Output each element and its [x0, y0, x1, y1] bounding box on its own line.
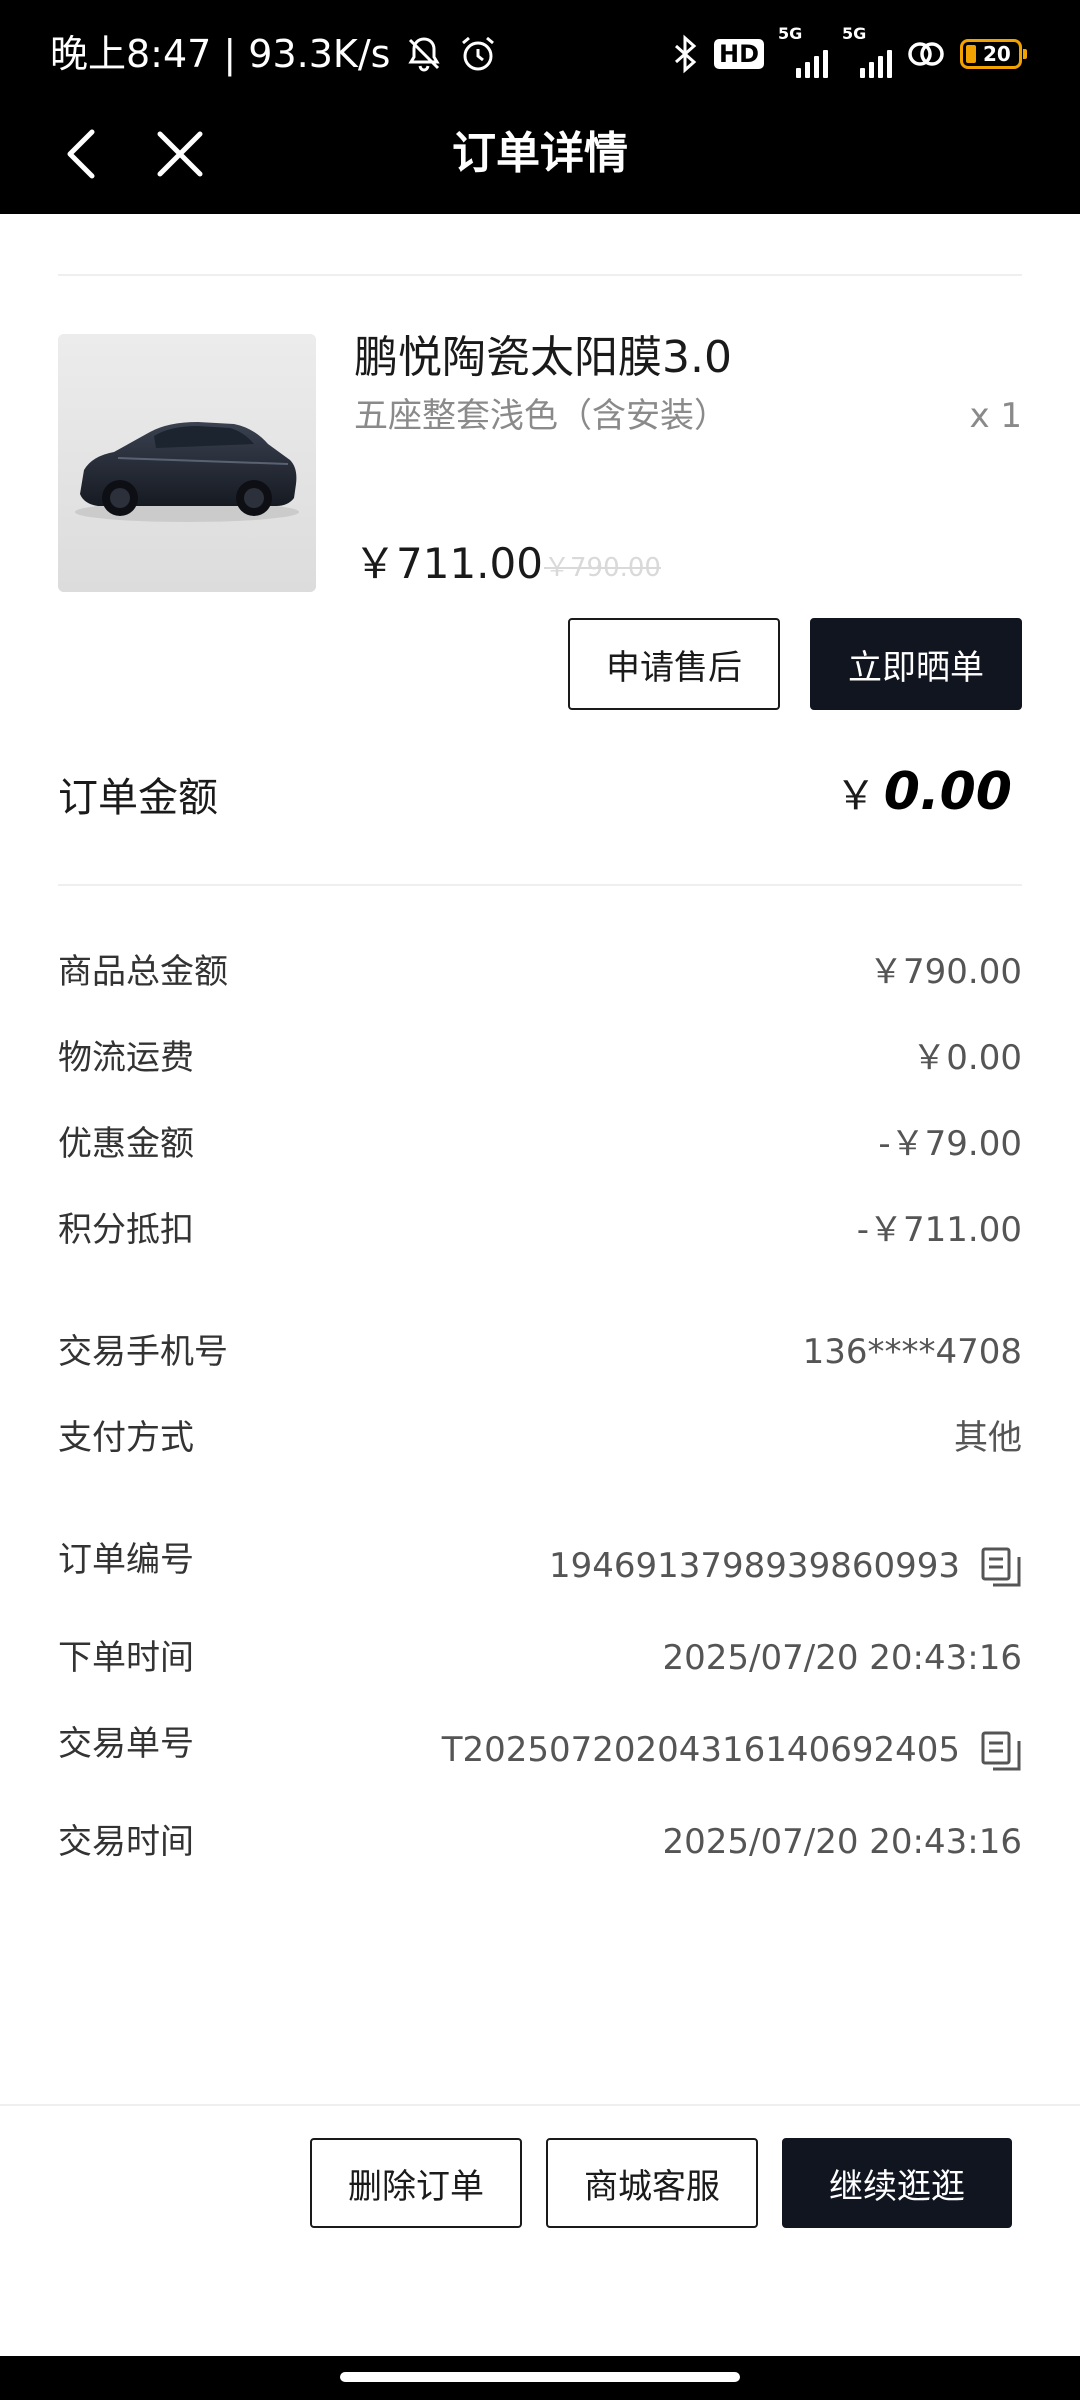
page-title: 订单详情	[452, 128, 628, 179]
product-original-price: ￥790.00	[544, 553, 661, 583]
status-bar-left: 晚上8:47 | 93.3K/s	[50, 28, 498, 80]
copy-transaction-number-icon[interactable]	[980, 1730, 1022, 1772]
transaction-number-value: T20250720204316140692405	[441, 1730, 960, 1770]
price-row-label: 积分抵扣	[58, 1210, 194, 1250]
hd-voice-badge: HD	[713, 39, 764, 69]
delete-order-button[interactable]: 删除订单	[310, 2138, 522, 2228]
apply-aftersale-button[interactable]: 申请售后	[568, 618, 780, 710]
system-nav-bar	[0, 2356, 1080, 2400]
share-order-button[interactable]: 立即晒单	[810, 618, 1022, 710]
customer-service-button[interactable]: 商城客服	[546, 2138, 758, 2228]
info-row-value: 136****4708	[802, 1332, 1022, 1372]
transaction-time-value: 2025/07/20 20:43:16	[662, 1822, 1022, 1862]
battery-icon: 20	[960, 39, 1027, 69]
info-row-label: 支付方式	[58, 1418, 194, 1458]
product-price: ￥711.00	[354, 539, 543, 588]
copy-order-number-icon[interactable]	[980, 1546, 1022, 1588]
info-row-label: 下单时间	[58, 1638, 194, 1678]
product-name[interactable]: 鹏悦陶瓷太阳膜3.0	[354, 328, 732, 388]
order-amount-currency: ￥	[835, 773, 876, 819]
order-amount-value: ￥ 0.00	[836, 762, 1012, 822]
price-row-value: ￥790.00	[869, 952, 1022, 992]
signal-sim2-icon: 5G	[842, 26, 892, 78]
order-amount-number: 0.00	[883, 762, 1012, 822]
price-row-value: ￥0.00	[912, 1038, 1022, 1078]
top-bar: 晚上8:47 | 93.3K/s HD 5G 5G 20 订单详情	[0, 0, 1080, 214]
divider	[58, 274, 1022, 276]
alarm-icon	[462, 36, 495, 71]
bluetooth-icon	[674, 34, 697, 74]
order-number-value: 1946913798939860993	[548, 1546, 960, 1586]
info-row-label: 订单编号	[58, 1540, 194, 1580]
price-row-value: -￥79.00	[878, 1124, 1022, 1164]
info-row-label: 交易单号	[58, 1724, 194, 1764]
car-image-icon	[58, 334, 316, 592]
info-row-label: 交易手机号	[58, 1332, 228, 1372]
status-time: 晚上8:47 | 93.3K/s	[50, 32, 391, 76]
price-row-label: 物流运费	[58, 1038, 194, 1078]
price-row-label: 商品总金额	[58, 952, 228, 992]
order-time-value: 2025/07/20 20:43:16	[662, 1638, 1022, 1678]
price-row-label: 优惠金额	[58, 1124, 194, 1164]
link-icon	[908, 42, 944, 66]
status-bar-right: HD 5G 5G 20	[670, 26, 1027, 78]
order-amount-label: 订单金额	[58, 775, 218, 821]
product-image[interactable]	[58, 334, 316, 592]
bell-off-icon	[408, 37, 441, 72]
product-spec: 五座整套浅色（含安装）	[354, 396, 728, 436]
signal-sim1-icon: 5G	[778, 26, 828, 78]
info-row-value: 其他	[954, 1418, 1022, 1458]
product-quantity: x 1	[969, 396, 1022, 436]
price-row-value: -￥711.00	[856, 1210, 1022, 1250]
home-indicator[interactable]	[340, 2372, 740, 2382]
continue-shopping-button[interactable]: 继续逛逛	[782, 2138, 1012, 2228]
footer-divider	[0, 2104, 1080, 2106]
info-row-label: 交易时间	[58, 1822, 194, 1862]
divider	[58, 884, 1022, 886]
